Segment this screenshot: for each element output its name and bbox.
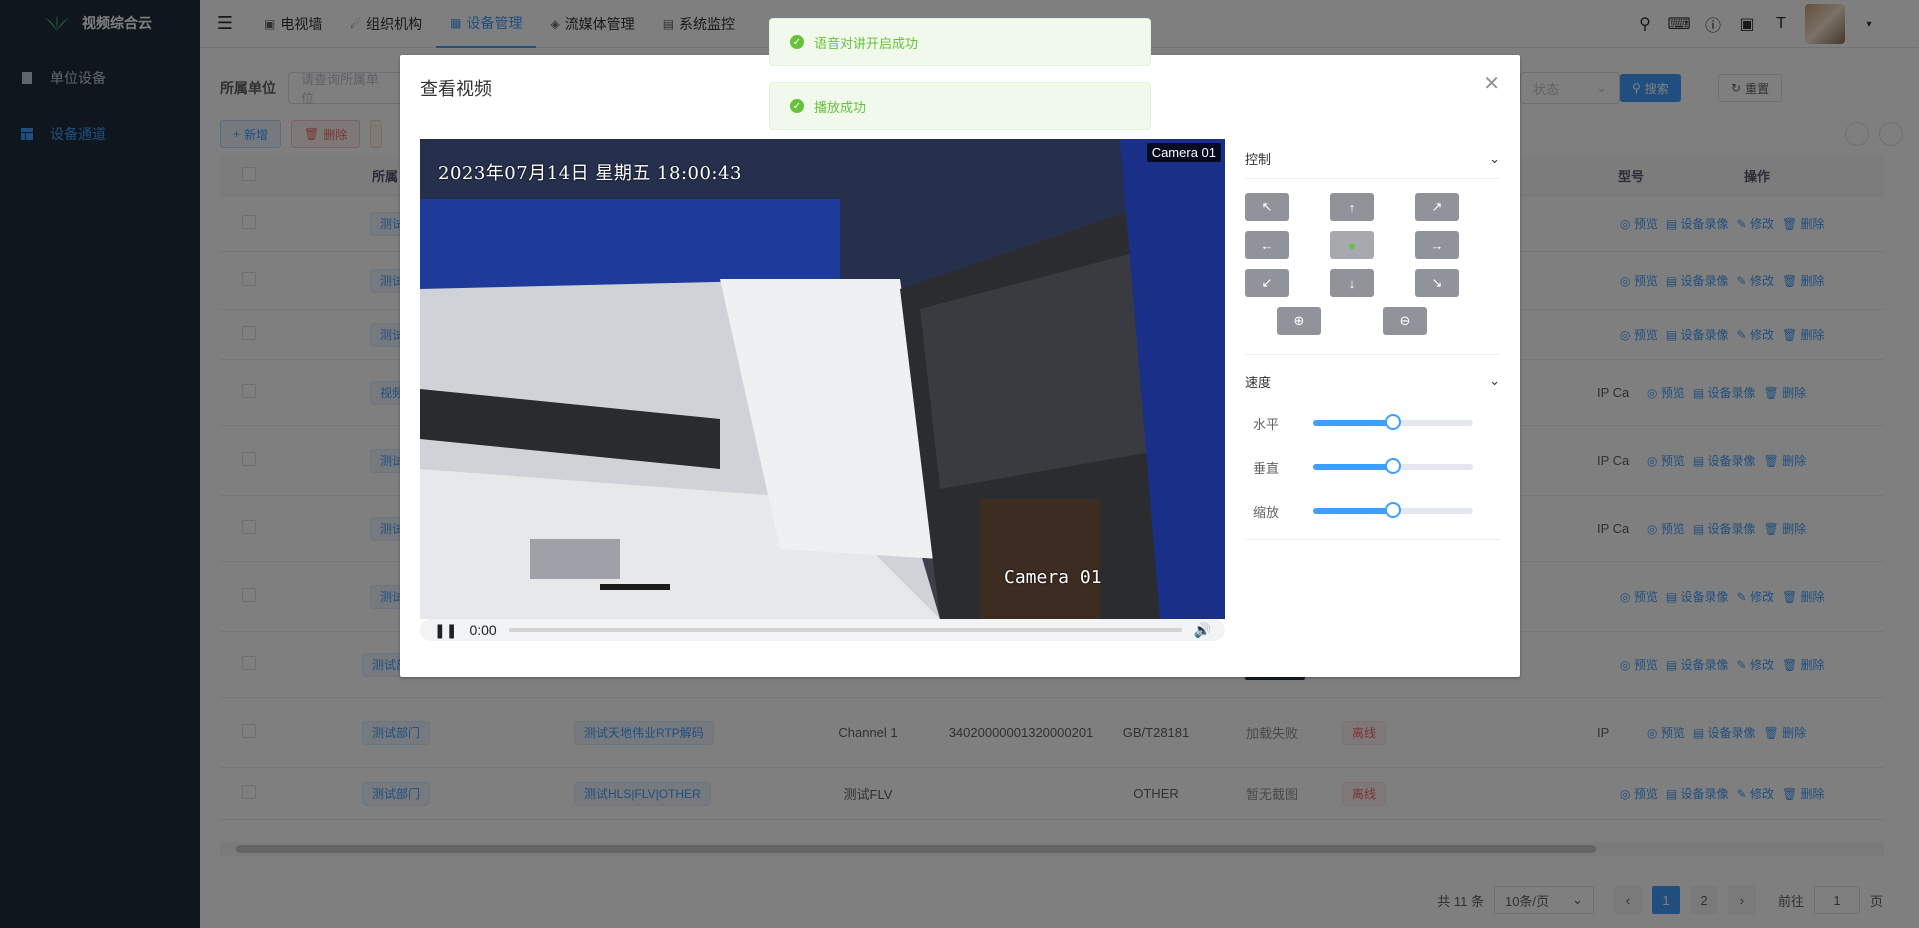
ptz-left-button[interactable]: ← (1245, 231, 1289, 259)
ptz-up-left-button[interactable]: ↖ (1245, 193, 1289, 221)
ptz-pad: ↖ ↑ ↗ ← ● → ↙ ↓ ↘ ⊕ ⊖ (1245, 179, 1500, 355)
camera-badge: Camera 01 (1146, 143, 1221, 162)
control-section-header[interactable]: 控制 ⌄ (1245, 139, 1500, 179)
ptz-down-button[interactable]: ↓ (1330, 269, 1374, 297)
microphone-button[interactable]: ● (1330, 231, 1374, 259)
success-icon: ✓ (790, 99, 804, 113)
ptz-down-right-button[interactable]: ↘ (1415, 269, 1459, 297)
slider-label: 水平 (1253, 416, 1280, 432)
progress-track[interactable] (508, 628, 1182, 632)
slider-label: 垂直 (1253, 460, 1280, 476)
ptz-down-left-button[interactable]: ↙ (1245, 269, 1289, 297)
chevron-down-icon: ⌄ (1489, 150, 1500, 166)
zoom-out-button[interactable]: ⊖ (1383, 307, 1427, 335)
speed-slider[interactable] (1313, 502, 1473, 518)
slider-fill (1313, 464, 1393, 470)
speed-slider-row: 缩放 (1245, 489, 1500, 533)
speed-slider-row: 水平 (1245, 401, 1500, 445)
slider-handle[interactable] (1385, 502, 1401, 518)
current-time: 0:00 (469, 622, 497, 638)
slider-handle[interactable] (1385, 458, 1401, 474)
slider-fill (1313, 508, 1393, 514)
video-frame (420, 139, 1225, 619)
toast-play-success: ✓ 播放成功 (769, 82, 1151, 130)
speed-slider[interactable] (1313, 458, 1473, 474)
close-icon[interactable]: ✕ (1483, 71, 1500, 96)
success-icon: ✓ (790, 35, 804, 49)
speed-slider[interactable] (1313, 414, 1473, 430)
zoom-in-button[interactable]: ⊕ (1277, 307, 1321, 335)
slider-fill (1313, 420, 1393, 426)
toast-intercom-success: ✓ 语音对讲开启成功 (769, 18, 1151, 66)
ptz-control-panel: 控制 ⌄ ↖ ↑ ↗ ← ● → ↙ ↓ ↘ ⊕ ⊖ 速度 ⌄ 水平 垂直 缩放 (1245, 139, 1500, 540)
speed-sliders: 水平 垂直 缩放 (1245, 401, 1500, 540)
dialog-title: 查看视频 (420, 79, 492, 99)
pause-icon[interactable]: ❚❚ (434, 622, 457, 639)
volume-icon[interactable]: 🔊 (1194, 622, 1211, 639)
ptz-up-right-button[interactable]: ↗ (1415, 193, 1459, 221)
speed-slider-row: 垂直 (1245, 445, 1500, 489)
video-player[interactable]: 2023年07月14日 星期五 18:00:43 Camera 01 Camer… (420, 139, 1225, 619)
toast-text: 播放成功 (814, 99, 867, 115)
video-osd-camera: Camera 01 (1004, 567, 1102, 588)
toast-text: 语音对讲开启成功 (814, 35, 919, 51)
video-osd-time: 2023年07月14日 星期五 18:00:43 (438, 163, 742, 184)
ptz-up-button[interactable]: ↑ (1330, 193, 1374, 221)
player-controls: ❚❚ 0:00 🔊 (420, 619, 1225, 641)
speed-title: 速度 (1245, 374, 1272, 390)
speed-section-header[interactable]: 速度 ⌄ (1245, 361, 1500, 401)
slider-label: 缩放 (1253, 504, 1280, 520)
chevron-down-icon: ⌄ (1489, 373, 1500, 388)
control-title: 控制 (1245, 152, 1272, 167)
slider-handle[interactable] (1385, 414, 1401, 430)
ptz-right-button[interactable]: → (1415, 231, 1459, 259)
view-video-dialog: 查看视频 ✕ 2023年07月14日 星期五 18:00:43 Camera 0… (400, 55, 1520, 677)
